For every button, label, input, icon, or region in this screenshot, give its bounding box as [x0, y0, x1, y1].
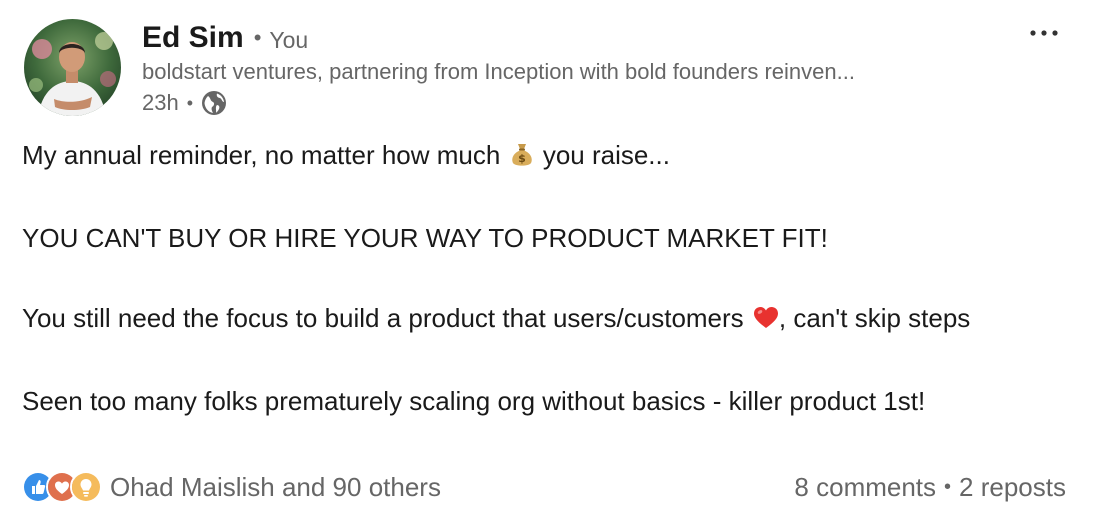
- ellipsis-icon: [1030, 30, 1058, 36]
- reactions-summary[interactable]: Ohad Maislish and 90 others: [22, 466, 441, 508]
- engagement-counts: 8 comments • 2 reposts: [794, 466, 1066, 508]
- post-text: You still need the focus to build a prod…: [22, 303, 744, 333]
- author-header: Ed Sim • You: [142, 18, 308, 58]
- red-heart-emoji: [753, 301, 779, 341]
- author-relation: You: [269, 26, 309, 53]
- author-headline[interactable]: boldstart ventures, partnering from Ince…: [142, 59, 855, 85]
- more-options-button[interactable]: [1022, 18, 1066, 48]
- reaction-icons: [22, 471, 102, 503]
- separator-dot: •: [186, 92, 194, 113]
- author-name[interactable]: Ed Sim: [142, 21, 244, 55]
- svg-text:$: $: [518, 152, 526, 165]
- separator-dot: •: [944, 475, 952, 498]
- post-paragraph: YOU CAN'T BUY OR HIRE YOUR WAY TO PRODUC…: [22, 223, 828, 253]
- post-paragraph: Seen too many folks prematurely scaling …: [22, 386, 926, 416]
- reposts-count[interactable]: 2 reposts: [959, 472, 1066, 503]
- post-text: , can't skip steps: [778, 303, 971, 333]
- post-text: My annual reminder, no matter how much: [22, 140, 501, 170]
- comments-count[interactable]: 8 comments: [794, 472, 936, 503]
- post-paragraph: You still need the focus to build a prod…: [22, 298, 1072, 341]
- reactors-text[interactable]: Ohad Maislish and 90 others: [110, 472, 441, 503]
- post-timestamp-row: 23h •: [142, 89, 227, 117]
- insightful-icon: [70, 471, 102, 503]
- globe-icon: [201, 90, 227, 116]
- post-time[interactable]: 23h: [142, 90, 179, 116]
- feed-post: Ed Sim • You boldstart ventures, partner…: [0, 0, 1098, 516]
- post-body: My annual reminder, no matter how much $…: [22, 135, 1072, 461]
- money-bag-emoji: $: [510, 138, 534, 178]
- separator-dot: •: [253, 25, 262, 50]
- post-paragraph: My annual reminder, no matter how much $…: [22, 135, 1072, 178]
- post-text: you raise...: [542, 140, 670, 170]
- author-avatar[interactable]: [24, 19, 121, 116]
